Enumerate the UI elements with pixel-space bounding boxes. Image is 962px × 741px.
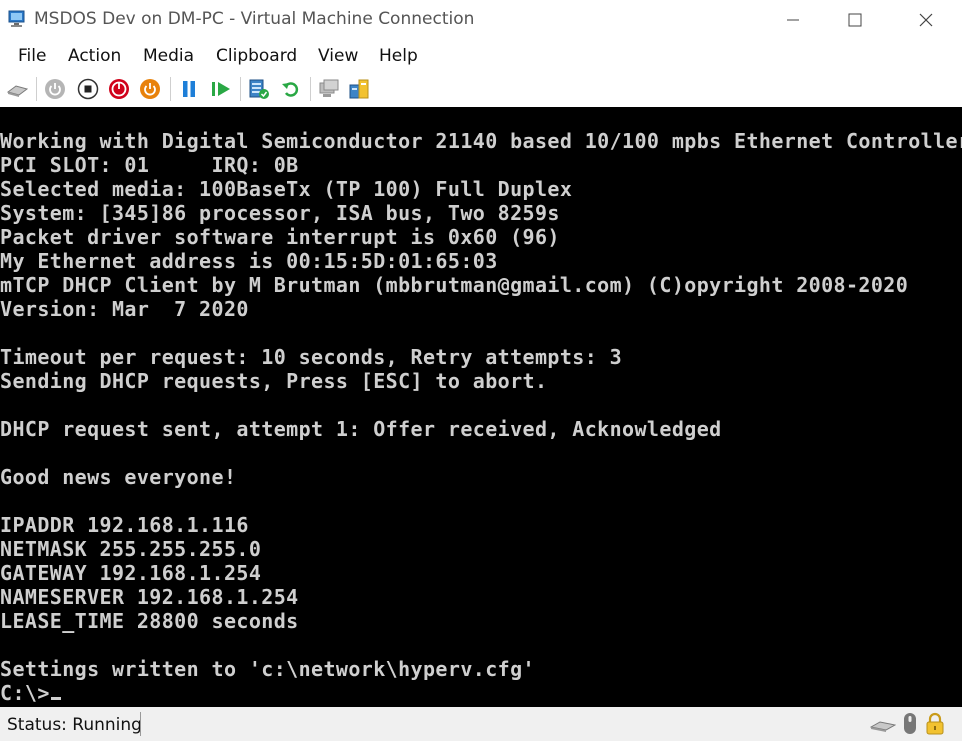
- console-line: NAMESERVER 192.168.1.254: [0, 585, 299, 609]
- toolbar-separator: [170, 77, 171, 101]
- console-line: GATEWAY 192.168.1.254: [0, 561, 262, 585]
- console-line: Working with Digital Semiconductor 21140…: [0, 129, 962, 153]
- pause-button[interactable]: [178, 78, 200, 100]
- menu-media[interactable]: Media: [143, 46, 194, 66]
- console-line: Version: Mar 7 2020: [0, 297, 249, 321]
- toolbar-separator: [36, 77, 37, 101]
- keyboard-icon: [6, 85, 29, 97]
- title-bar: MSDOS Dev on DM-PC - Virtual Machine Con…: [0, 0, 962, 40]
- lock-icon: [926, 712, 944, 735]
- toolbar: [0, 72, 962, 108]
- toolbar-separator: [310, 77, 311, 101]
- resume-button[interactable]: [210, 78, 232, 100]
- enhanced-session-icon: [319, 79, 339, 97]
- status-text: Status: Running: [7, 715, 142, 735]
- window-title: MSDOS Dev on DM-PC - Virtual Machine Con…: [34, 9, 475, 29]
- toolbar-separator: [240, 77, 241, 101]
- console-line: Timeout per request: 10 seconds, Retry a…: [0, 345, 623, 369]
- console-line: IPADDR 192.168.1.116: [0, 513, 249, 537]
- console-line: Good news everyone!: [0, 465, 237, 489]
- menu-help[interactable]: Help: [379, 46, 418, 66]
- resume-icon: [212, 82, 230, 96]
- shut-down-button[interactable]: [108, 78, 130, 100]
- ctrl-alt-del-button[interactable]: [6, 78, 29, 100]
- menu-view[interactable]: View: [318, 46, 358, 66]
- console-line: DHCP request sent, attempt 1: Offer rece…: [0, 417, 722, 441]
- share-icon: [349, 79, 369, 99]
- enhanced-session-button[interactable]: [318, 78, 340, 100]
- close-icon: [919, 13, 933, 27]
- turn-off-button[interactable]: [77, 78, 99, 100]
- status-separator: [140, 712, 141, 736]
- console-line: Selected media: 100BaseTx (TP 100) Full …: [0, 177, 573, 201]
- console-line: LEASE_TIME 28800 seconds: [0, 609, 299, 633]
- pause-icon: [183, 81, 195, 97]
- revert-button[interactable]: [280, 78, 302, 100]
- console-line: System: [345]86 processor, ISA bus, Two …: [0, 201, 560, 225]
- mouse-icon: [904, 713, 916, 734]
- checkpoint-icon: [249, 79, 269, 99]
- hyper-v-vm-icon: [8, 10, 25, 27]
- shutdown-icon: [109, 79, 129, 99]
- console-line: Sending DHCP requests, Press [ESC] to ab…: [0, 369, 548, 393]
- stop-icon: [77, 78, 99, 100]
- menu-file[interactable]: File: [18, 46, 46, 66]
- console-line: mTCP DHCP Client by M Brutman (mbbrutman…: [0, 273, 909, 297]
- command-prompt: C:\>: [0, 681, 962, 705]
- vm-display[interactable]: Working with Digital Semiconductor 21140…: [0, 107, 962, 707]
- menu-action[interactable]: Action: [68, 46, 121, 66]
- menu-clipboard[interactable]: Clipboard: [216, 46, 297, 66]
- console-line: My Ethernet address is 00:15:5D:01:65:03: [0, 249, 498, 273]
- minimize-icon: [787, 19, 799, 21]
- revert-icon: [282, 82, 299, 97]
- checkpoint-button[interactable]: [248, 78, 270, 100]
- text-cursor: [50, 697, 61, 700]
- keyboard-icon: [870, 721, 896, 732]
- start-button[interactable]: [44, 78, 66, 100]
- status-bar: Status: Running: [0, 707, 962, 741]
- console-line: Packet driver software interrupt is 0x60…: [0, 225, 560, 249]
- minimize-button[interactable]: [770, 0, 816, 40]
- prompt-text: C:\>: [0, 681, 50, 705]
- dos-console: Working with Digital Semiconductor 21140…: [0, 129, 962, 705]
- save-button[interactable]: [139, 78, 161, 100]
- console-line: PCI SLOT: 01 IRQ: 0B: [0, 153, 299, 177]
- share-button[interactable]: [348, 78, 370, 100]
- maximize-button[interactable]: [832, 0, 878, 40]
- console-line: Settings written to 'c:\network\hyperv.c…: [0, 657, 535, 681]
- maximize-icon: [848, 13, 862, 27]
- menu-bar: File Action Media Clipboard View Help: [0, 40, 962, 72]
- console-line: NETMASK 255.255.255.0: [0, 537, 262, 561]
- close-button[interactable]: [903, 0, 949, 40]
- save-state-icon: [140, 79, 160, 99]
- power-on-icon: [45, 79, 65, 99]
